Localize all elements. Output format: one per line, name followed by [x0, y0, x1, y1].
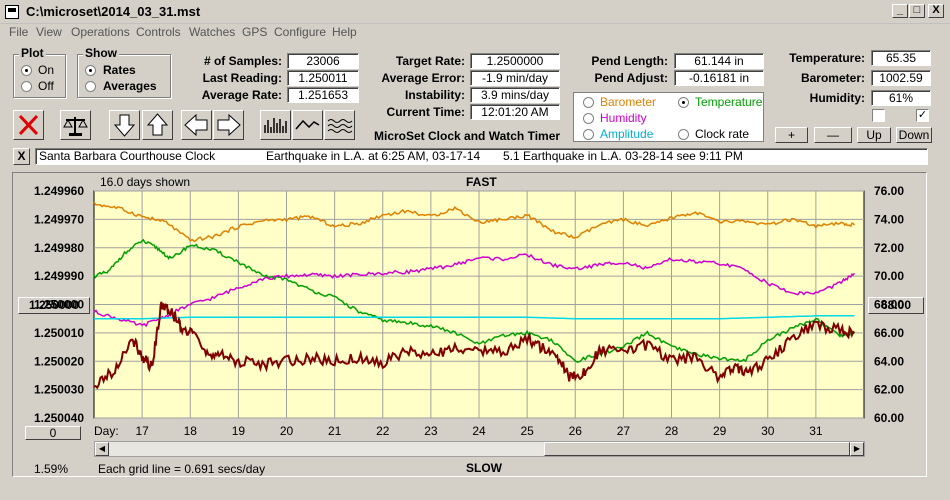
y-tick-left: 1.250000 — [34, 298, 84, 312]
x-tick: 24 — [472, 424, 486, 438]
y-tick-right: 68.00 — [874, 298, 904, 312]
y-tick-right: 74.00 — [874, 212, 904, 226]
x-tick: 31 — [809, 424, 823, 438]
x-tick: 30 — [761, 424, 775, 438]
y-tick-right: 70.00 — [874, 269, 904, 283]
rate-chart: 1.249960 1.249970 1.249980 1.249990 1.250000… — [34, 184, 904, 438]
x-tick: 21 — [328, 424, 342, 438]
x-tick: 28 — [665, 424, 679, 438]
x-tick: 19 — [232, 424, 246, 438]
y-tick-right: 66.00 — [874, 326, 904, 340]
y-tick-right: 72.00 — [874, 241, 904, 255]
y-tick-right: 62.00 — [874, 383, 904, 397]
y-tick-left: 1.249980 — [34, 241, 84, 255]
y-tick-right: 76.00 — [874, 184, 904, 198]
x-tick: 23 — [424, 424, 438, 438]
x-tick: 25 — [520, 424, 534, 438]
y-tick-left: 1.250020 — [34, 354, 84, 368]
y-tick-left: 1.249970 — [34, 212, 84, 226]
y-tick-left: 1.249960 — [34, 184, 84, 198]
x-tick: 20 — [280, 424, 294, 438]
y-tick-left: 1.249990 — [34, 269, 84, 283]
x-tick: 17 — [135, 424, 149, 438]
x-tick: 18 — [184, 424, 198, 438]
y-tick-right: 60.00 — [874, 411, 904, 425]
y-tick-left: 1.250040 — [34, 411, 84, 425]
y-tick-left: 1.250010 — [34, 326, 84, 340]
x-tick: 22 — [376, 424, 390, 438]
x-tick: 26 — [569, 424, 583, 438]
y-tick-right: 64.00 — [874, 354, 904, 368]
x-tick: 27 — [617, 424, 631, 438]
x-tick: 29 — [713, 424, 727, 438]
y-tick-left: 1.250030 — [34, 383, 84, 397]
